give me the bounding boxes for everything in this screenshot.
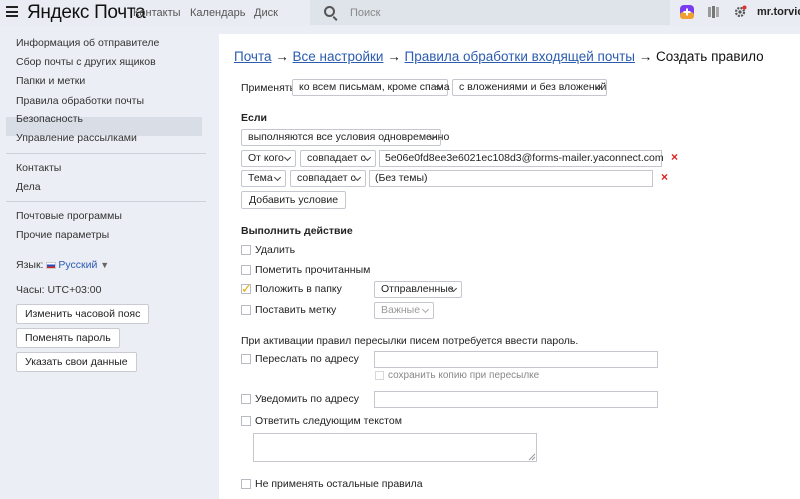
sidebar-item-other-params[interactable]: Прочие параметры (16, 229, 109, 241)
search-bar[interactable]: Поиск (310, 0, 670, 25)
chevron-down-icon[interactable]: ▼ (100, 260, 109, 270)
remove-condition-icon[interactable]: × (671, 150, 678, 164)
condition-value-input[interactable]: (Без темы) (369, 170, 653, 187)
search-placeholder: Поиск (350, 7, 381, 19)
forward-address-input[interactable] (374, 351, 658, 368)
set-label-label: Поставить метку (255, 304, 337, 316)
move-to-folder-checkbox[interactable]: ✓ (241, 281, 252, 296)
nav-contacts[interactable]: Контакты (133, 7, 181, 19)
notify-label: Уведомить по адресу (255, 393, 359, 405)
resize-handle-icon[interactable] (528, 453, 536, 461)
timezone-label: Часы: (16, 284, 45, 296)
apply-attachments-select[interactable]: с вложениями и без вложений (452, 79, 607, 96)
breadcrumb-mail[interactable]: Почта (234, 49, 272, 64)
delete-checkbox[interactable] (241, 245, 251, 255)
divider (6, 153, 206, 154)
russia-flag-icon (46, 261, 57, 269)
remove-condition-icon[interactable]: × (661, 170, 668, 184)
mark-read-label: Пометить прочитанным (255, 264, 371, 276)
apply-label: Применять (241, 82, 296, 94)
mark-read-checkbox[interactable] (241, 265, 251, 275)
condition-operator-select[interactable]: совпадает с (300, 150, 376, 167)
menu-icon[interactable] (6, 6, 18, 17)
sidebar-item-mail-clients[interactable]: Почтовые программы (16, 210, 122, 222)
search-icon (324, 6, 335, 17)
logo[interactable]: Яндекс Почта (27, 2, 146, 24)
reply-text-area[interactable] (253, 433, 537, 462)
sidebar-item-filters[interactable]: Правила обработки почты (16, 95, 144, 107)
reply-label: Ответить следующим текстом (255, 415, 402, 427)
sidebar-item-contacts[interactable]: Контакты (16, 162, 61, 174)
change-timezone-button[interactable]: Изменить часовой пояс (16, 304, 150, 324)
top-bar: Яндекс Почта Контакты Календарь Диск Пои… (0, 0, 800, 26)
username[interactable]: mr.torvic (757, 6, 800, 18)
keep-copy-label: сохранить копию при пересылке (388, 370, 540, 381)
move-to-folder-label: Положить в папку (255, 283, 342, 295)
delete-label: Удалить (255, 244, 296, 256)
divider (6, 201, 206, 202)
add-condition-button[interactable]: Добавить условие (241, 191, 347, 209)
condition-operator-select[interactable]: совпадает с (290, 170, 366, 187)
gear-icon[interactable] (733, 5, 747, 19)
nav-disk[interactable]: Диск (254, 7, 278, 19)
change-password-button[interactable]: Поменять пароль (16, 328, 120, 348)
breadcrumb-separator: → (638, 49, 653, 64)
breadcrumb-all-settings[interactable]: Все настройки (293, 49, 384, 64)
breadcrumb-separator: → (387, 49, 401, 64)
condition-field-select[interactable]: Тема (241, 170, 286, 187)
checkmark-icon: ✓ (241, 281, 252, 296)
notify-address-input[interactable] (374, 391, 658, 408)
language-label: Язык: (16, 259, 44, 271)
edit-personal-data-button[interactable]: Указать свои данные (16, 352, 137, 372)
breadcrumb-current: Создать правило (656, 49, 764, 64)
collection-icon[interactable] (707, 5, 721, 19)
apply-scope-select[interactable]: ко всем письмам, кроме спама (292, 79, 450, 96)
notify-checkbox[interactable] (241, 394, 251, 404)
add-app-icon[interactable] (680, 5, 694, 19)
folder-select[interactable]: Отправленные (374, 281, 462, 298)
forward-label: Переслать по адресу (255, 353, 359, 365)
timezone-value: UTC+03:00 (47, 284, 102, 296)
sidebar-item-security[interactable]: Безопасность (16, 113, 83, 125)
timezone-setting: Часы: UTC+03:00 (16, 284, 101, 296)
reply-checkbox[interactable] (241, 416, 251, 426)
sidebar-item-subscriptions[interactable]: Управление рассылками (16, 132, 137, 144)
sidebar-item-sender-info[interactable]: Информация об отправителе (16, 37, 159, 49)
breadcrumb: Почта → Все настройки → Правила обработк… (234, 49, 764, 64)
sidebar-item-todo[interactable]: Дела (16, 181, 41, 193)
label-select[interactable]: Важные (374, 302, 434, 319)
breadcrumb-filter-rules[interactable]: Правила обработки входящей почты (404, 49, 635, 64)
stop-processing-checkbox[interactable] (241, 479, 251, 489)
conditions-mode-select[interactable]: выполняются все условия одновременно (241, 129, 449, 146)
keep-copy-checkbox[interactable] (375, 371, 384, 380)
sidebar: Информация об отправителе Сбор почты с д… (0, 26, 218, 499)
language-value[interactable]: Русский (58, 259, 97, 271)
forward-checkbox[interactable] (241, 354, 251, 364)
rule-editor: Почта → Все настройки → Правила обработк… (219, 34, 800, 499)
breadcrumb-separator: → (275, 49, 289, 64)
conditions-heading: Если (241, 112, 267, 124)
sidebar-item-folders[interactable]: Папки и метки (16, 75, 85, 87)
actions-heading: Выполнить действие (241, 225, 353, 237)
password-note: При активации правил пересылки писем пот… (241, 335, 579, 347)
language-setting: Язык: Русский ▼ (16, 259, 109, 271)
condition-field-select[interactable]: От кого (241, 150, 296, 167)
nav-calendar[interactable]: Календарь (190, 7, 246, 19)
condition-value-input[interactable]: 5e06e0fd8ee3e6021ec108d3@forms-mailer.ya… (379, 150, 664, 167)
sidebar-item-collectors[interactable]: Сбор почты с других ящиков (16, 56, 156, 68)
stop-processing-label: Не применять остальные правила (255, 478, 423, 490)
set-label-checkbox[interactable] (241, 305, 251, 315)
